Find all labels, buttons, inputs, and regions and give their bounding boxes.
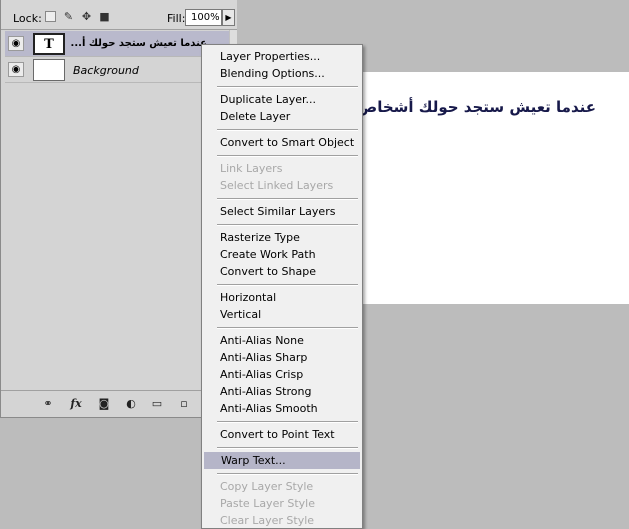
- menu-item-delete-layer[interactable]: Delete Layer: [203, 108, 361, 125]
- menu-separator: [217, 198, 358, 200]
- menu-item-anti-alias-smooth[interactable]: Anti-Alias Smooth: [203, 400, 361, 417]
- new-layer-icon[interactable]: ▫: [175, 396, 193, 412]
- text-layer-thumbnail: T: [33, 33, 65, 55]
- layer-style-icon[interactable]: fx: [67, 396, 85, 412]
- menu-separator: [217, 447, 358, 449]
- menu-separator: [217, 421, 358, 423]
- layer-mask-icon[interactable]: ◙: [95, 396, 113, 412]
- menu-separator: [217, 224, 358, 226]
- menu-item-create-work-path[interactable]: Create Work Path: [203, 246, 361, 263]
- menu-separator: [217, 473, 358, 475]
- menu-item-anti-alias-sharp[interactable]: Anti-Alias Sharp: [203, 349, 361, 366]
- menu-separator: [217, 155, 358, 157]
- menu-item-rasterize-type[interactable]: Rasterize Type: [203, 229, 361, 246]
- menu-item-paste-layer-style: Paste Layer Style: [220, 497, 315, 510]
- layer-name[interactable]: عندما تعيش ستجد حولك أ...: [71, 38, 207, 49]
- link-layers-icon[interactable]: ⚭: [39, 396, 57, 412]
- fill-input[interactable]: 100%: [185, 9, 222, 26]
- canvas-text-layer[interactable]: عندما تعيش ستجد حولك أشخاص، يكو: [322, 98, 596, 116]
- menu-item-horizontal[interactable]: Horizontal: [203, 289, 361, 306]
- fill-label: Fill:: [167, 12, 186, 25]
- new-group-icon[interactable]: ▭: [148, 396, 166, 412]
- lock-image-pixels-icon[interactable]: ✎: [63, 11, 74, 22]
- layer-row-background[interactable]: ◉ Background: [5, 57, 231, 83]
- menu-separator: [217, 327, 358, 329]
- lock-position-icon[interactable]: ✥: [81, 11, 92, 22]
- lock-label: Lock:: [13, 12, 42, 25]
- menu-item-clear-layer-style: Clear Layer Style: [220, 514, 315, 527]
- menu-separator: [217, 129, 358, 131]
- menu-item-convert-to-point-text[interactable]: Convert to Point Text: [203, 426, 361, 443]
- menu-item-convert-to-shape[interactable]: Convert to Shape: [203, 263, 361, 280]
- menu-item-vertical[interactable]: Vertical: [203, 306, 361, 323]
- menu-item-layer-properties[interactable]: Layer Properties...: [203, 48, 361, 65]
- menu-item-duplicate-layer[interactable]: Duplicate Layer...: [203, 91, 361, 108]
- menu-item-anti-alias-strong[interactable]: Anti-Alias Strong: [203, 383, 361, 400]
- menu-item-blending-options[interactable]: Blending Options...: [203, 65, 361, 82]
- lock-transparent-pixels-icon[interactable]: [45, 11, 56, 22]
- background-layer-thumbnail: [33, 59, 65, 81]
- eye-icon[interactable]: ◉: [8, 36, 24, 51]
- menu-item-anti-alias-none[interactable]: Anti-Alias None: [203, 332, 361, 349]
- menu-separator: [217, 284, 358, 286]
- lock-fill-bar: Lock: ✎ ✥ ■ Fill: 100% ▶: [1, 0, 237, 30]
- lock-all-icon[interactable]: ■: [99, 11, 110, 22]
- menu-item-convert-to-smart-object[interactable]: Convert to Smart Object: [203, 134, 361, 151]
- fill-dropdown-arrow[interactable]: ▶: [222, 9, 235, 26]
- menu-item-warp-text[interactable]: Warp Text...: [204, 452, 360, 469]
- adjustment-layer-icon[interactable]: ◐: [122, 396, 140, 412]
- layer-context-menu: Layer Properties... Blending Options... …: [201, 44, 363, 529]
- menu-separator: [217, 86, 358, 88]
- menu-item-copy-layer-style: Copy Layer Style: [220, 480, 314, 493]
- menu-item-select-linked-layers: Select Linked Layers: [220, 179, 334, 192]
- menu-item-select-similar-layers[interactable]: Select Similar Layers: [203, 203, 361, 220]
- menu-item-anti-alias-crisp[interactable]: Anti-Alias Crisp: [203, 366, 361, 383]
- menu-item-link-layers: Link Layers: [220, 162, 283, 175]
- layer-row-text[interactable]: ◉ T عندما تعيش ستجد حولك أ...: [5, 31, 231, 57]
- eye-icon[interactable]: ◉: [8, 62, 24, 77]
- layer-name[interactable]: Background: [73, 64, 139, 77]
